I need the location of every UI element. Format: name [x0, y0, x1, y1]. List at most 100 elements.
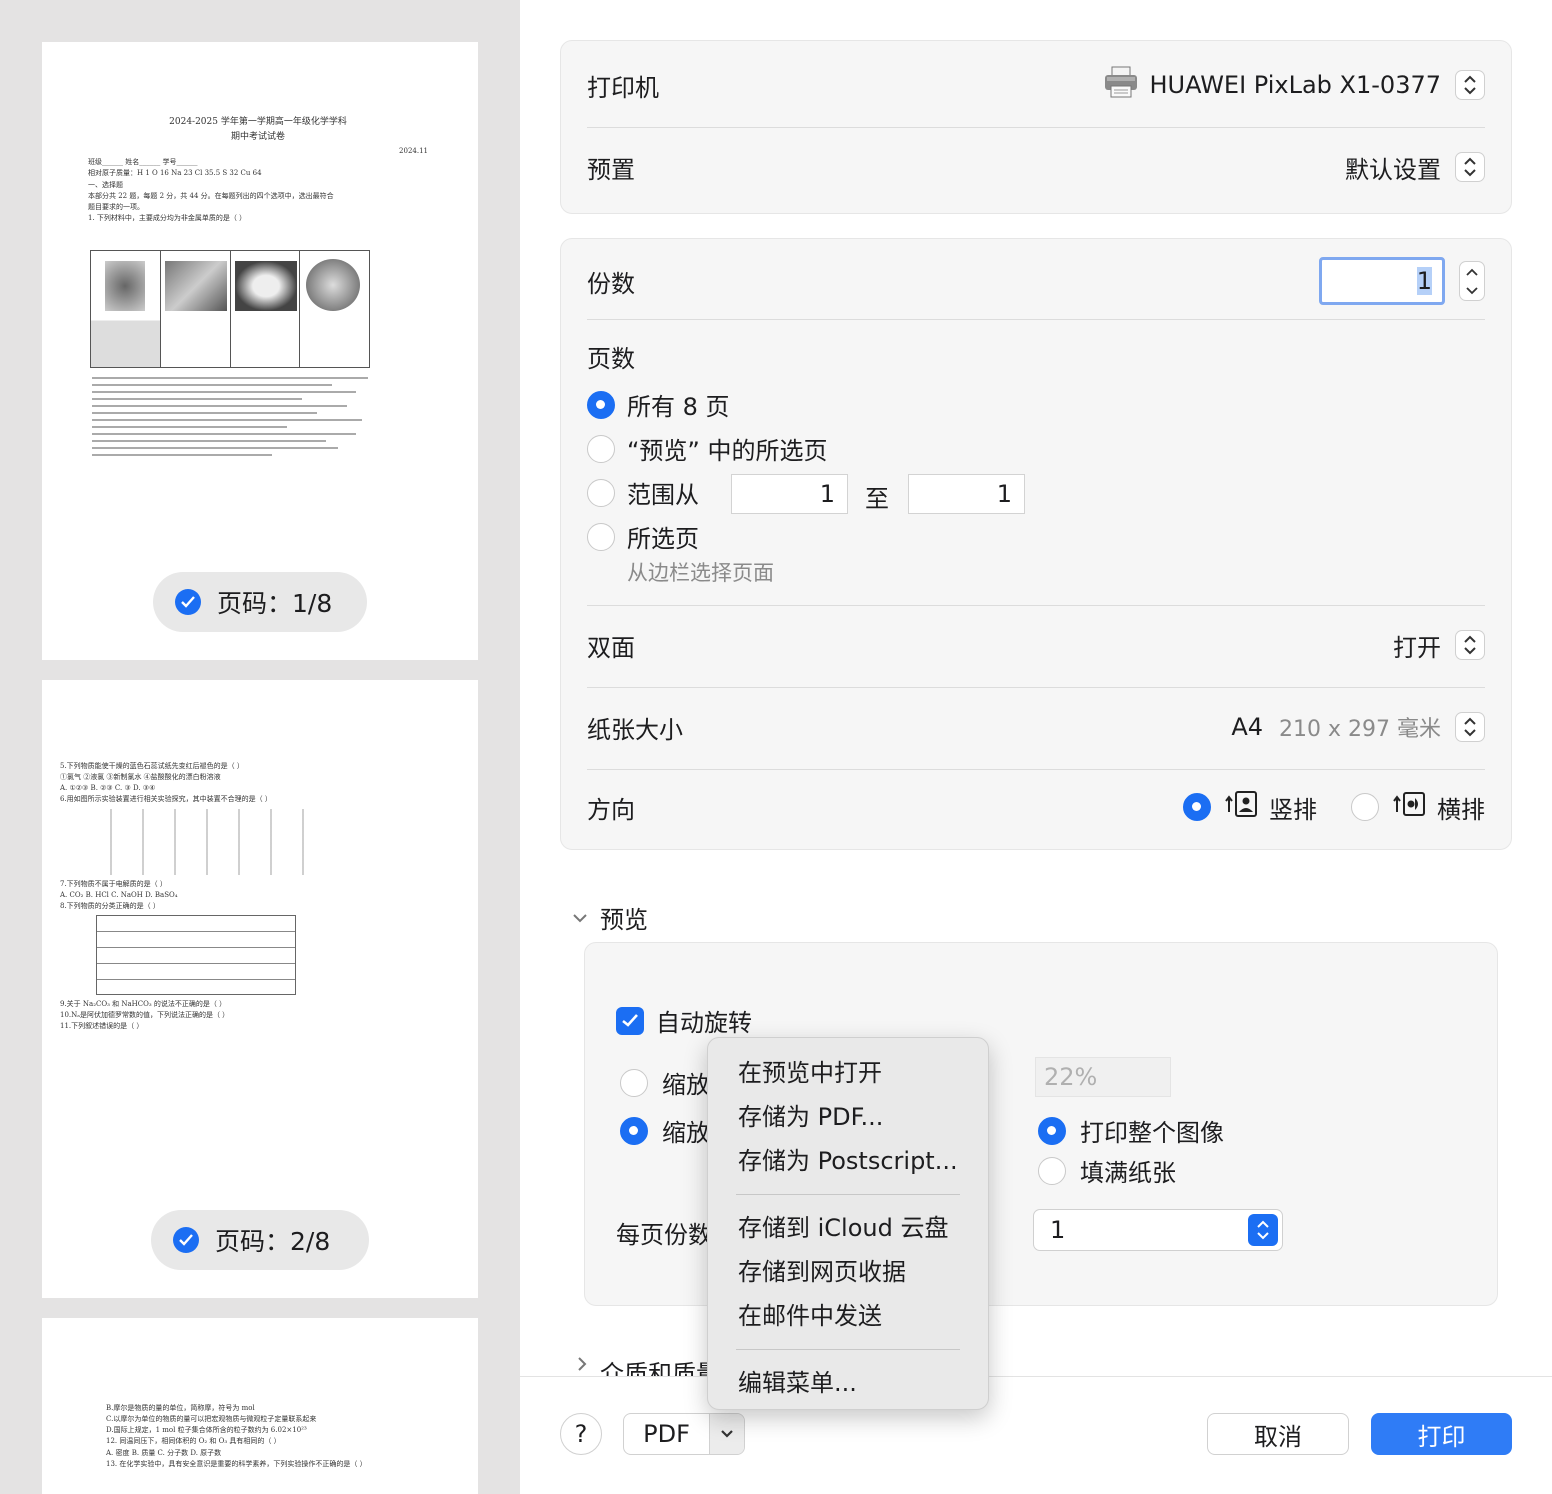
doc-line: 6.用如图所示实验装置进行相关实验探究，其中装置不合理的是（ ）	[60, 795, 272, 804]
doc-line: 班级______ 姓名______ 学号______	[88, 158, 198, 167]
orientation-row: 方向 竖排 横排	[587, 787, 1485, 827]
preset-row: 预置 默认设置	[587, 147, 1485, 187]
pdf-menu-button[interactable]: PDF	[623, 1413, 745, 1455]
menu-separator	[736, 1349, 960, 1350]
page-thumbnails-sidebar[interactable]: 2024-2025 学年第一学期高一年级化学学科 期中考试试卷 2024.11 …	[0, 0, 520, 1494]
pages-selected-hint: 从边栏选择页面	[627, 561, 774, 585]
orientation-landscape-label: 横排	[1437, 795, 1485, 824]
menu-item-edit-menu[interactable]: 编辑菜单...	[708, 1364, 988, 1408]
radio-selected[interactable]	[620, 1116, 648, 1145]
scale-percent-input[interactable]: 22%	[1035, 1057, 1171, 1097]
printer-select[interactable]: HUAWEI PixLab X1-0377	[1103, 66, 1485, 104]
copies-per-page-label: 每页份数	[616, 1221, 712, 1249]
submarine-image	[231, 251, 301, 367]
radio-selected[interactable]	[587, 390, 615, 419]
chevron-updown-icon	[1455, 712, 1485, 742]
doc-line: 题目要求的一项。	[88, 202, 144, 211]
print-button[interactable]: 打印	[1371, 1413, 1512, 1455]
classification-table	[96, 914, 296, 995]
copies-per-page-value: 1	[1050, 1216, 1066, 1244]
radio-unselected[interactable]	[620, 1068, 648, 1097]
paper-size-select[interactable]: A4 210 x 297 毫米	[1231, 711, 1485, 743]
print-entire-image-option[interactable]: 打印整个图像	[1038, 1113, 1224, 1148]
menu-item-save-to-web-receipts[interactable]: 存储到网页收据	[708, 1253, 988, 1297]
doc-line: 12. 同温同压下，相同体积的 O₂ 和 O₃ 具有相同的（ ）	[106, 1437, 281, 1446]
scale-to-fit-label: 缩放	[662, 1119, 710, 1147]
fill-paper-option[interactable]: 填满纸张	[1038, 1153, 1176, 1188]
radio-unselected[interactable]	[587, 522, 615, 551]
radio-selected[interactable]	[1038, 1116, 1066, 1145]
thumbnail-question-lines	[92, 372, 392, 461]
auto-rotate-checkbox[interactable]	[616, 1006, 644, 1035]
copies-stepper[interactable]	[1459, 261, 1485, 301]
menu-item-save-to-icloud[interactable]: 存储到 iCloud 云盘	[708, 1209, 988, 1253]
orientation-portrait-label: 竖排	[1269, 795, 1317, 824]
media-quality-section-toggle[interactable]: 介质和质量	[576, 1352, 720, 1376]
page-thumbnail-3[interactable]: B.摩尔是物质的量的单位，简称摩，符号为 mol C.以摩尔为单位的物质的量可以…	[42, 1318, 478, 1494]
menu-item-open-in-preview[interactable]: 在预览中打开	[708, 1054, 988, 1098]
preset-select[interactable]: 默认设置	[1345, 150, 1485, 185]
printer-value: HUAWEI PixLab X1-0377	[1149, 71, 1441, 99]
chevron-up-icon[interactable]	[1466, 268, 1478, 276]
page-thumbnail-2[interactable]: 5.下列物质能使干燥的蓝色石蕊试纸先变红后褪色的是（ ） ①氯气 ②液氯 ③新制…	[42, 680, 478, 1298]
chevron-down-icon	[573, 913, 587, 922]
pages-preview-selection-option[interactable]: “预览” 中的所选页	[587, 431, 828, 466]
fill-paper-label: 填满纸张	[1080, 1159, 1176, 1187]
scale-option[interactable]: 缩放	[620, 1065, 710, 1100]
pages-preview-selection-label: “预览” 中的所选页	[627, 437, 828, 465]
printer-row: 打印机 HUAWEI PixLab X1-0377	[587, 65, 1485, 105]
menu-item-send-in-mail[interactable]: 在邮件中发送	[708, 1297, 988, 1341]
thumbnail-page-text: 2024-2025 学年第一学期高一年级化学学科 期中考试试卷 2024.11 …	[88, 114, 428, 224]
duplex-value: 打开	[1393, 633, 1441, 662]
radio-unselected[interactable]	[587, 478, 615, 507]
help-button[interactable]: ?	[560, 1413, 602, 1455]
pages-selected-option[interactable]: 所选页	[587, 519, 699, 554]
pages-range-option[interactable]: 范围从	[587, 475, 699, 510]
chevron-updown-icon	[1455, 152, 1485, 182]
doc-line: 11.下列叙述错误的是（ ）	[60, 1022, 144, 1031]
pages-label: 页数	[587, 345, 635, 373]
question-image-table	[90, 250, 370, 368]
doc-subtitle: 期中考试试卷	[230, 132, 285, 143]
range-start-input[interactable]: 1	[731, 474, 848, 514]
rocket-image	[91, 251, 161, 367]
auto-rotate-option[interactable]: 自动旋转	[616, 1003, 752, 1038]
chevron-updown-icon	[1455, 630, 1485, 660]
pages-selected-label: 所选页	[627, 525, 699, 553]
divider	[587, 769, 1485, 770]
menu-item-save-as-pdf[interactable]: 存储为 PDF...	[708, 1098, 988, 1142]
doc-line: 9.关于 Na₂CO₃ 和 NaHCO₃ 的说法不正确的是（ ）	[60, 999, 227, 1008]
duplex-row: 双面 打开	[587, 625, 1485, 665]
copies-control: 1	[1319, 257, 1485, 305]
cancel-button[interactable]: 取消	[1207, 1413, 1349, 1455]
preset-value: 默认设置	[1345, 155, 1441, 184]
preview-section-toggle[interactable]: 预览	[572, 900, 648, 935]
doc-date: 2024.11	[399, 147, 428, 156]
chevron-down-icon[interactable]	[1466, 286, 1478, 295]
chevron-down-icon[interactable]	[710, 1414, 744, 1454]
duplex-label: 双面	[587, 633, 635, 662]
copies-input[interactable]: 1	[1319, 257, 1445, 305]
radio-unselected[interactable]	[587, 434, 615, 463]
duplex-select[interactable]: 打开	[1393, 628, 1485, 663]
page-thumbnail-1[interactable]: 2024-2025 学年第一学期高一年级化学学科 期中考试试卷 2024.11 …	[42, 42, 478, 660]
paper-dimensions: 210 x 297 毫米	[1279, 717, 1441, 742]
range-end-input[interactable]: 1	[908, 474, 1025, 514]
doc-title: 2024-2025 学年第一学期高一年级化学学科	[169, 117, 347, 127]
paper-size-row: 纸张大小 A4 210 x 297 毫米	[587, 707, 1485, 747]
thumbnail-page-text: 5.下列物质能使干燥的蓝色石蕊试纸先变红后褪色的是（ ） ①氯气 ②液氯 ③新制…	[60, 760, 460, 1032]
page-number-badge[interactable]: 页码：1/8	[153, 572, 367, 632]
copies-per-page-select[interactable]: 1	[1033, 1209, 1283, 1251]
pages-range-from-label: 范围从	[627, 481, 699, 509]
orientation-portrait-radio[interactable]	[1183, 793, 1211, 821]
orientation-label: 方向	[587, 795, 635, 824]
menu-item-save-as-postscript[interactable]: 存储为 Postscript...	[708, 1142, 988, 1186]
page-number-badge[interactable]: 页码：2/8	[151, 1210, 369, 1270]
portrait-orientation-icon	[1225, 790, 1259, 824]
pages-all-option[interactable]: 所有 8 页	[587, 387, 730, 422]
radio-unselected[interactable]	[1038, 1156, 1066, 1185]
doc-line: A. CO₂ B. HCl C. NaOH D. BaSO₄	[60, 890, 178, 899]
pdf-button-label[interactable]: PDF	[624, 1414, 710, 1454]
orientation-landscape-radio[interactable]	[1351, 793, 1379, 821]
scale-to-fit-option[interactable]: 缩放	[620, 1113, 710, 1148]
